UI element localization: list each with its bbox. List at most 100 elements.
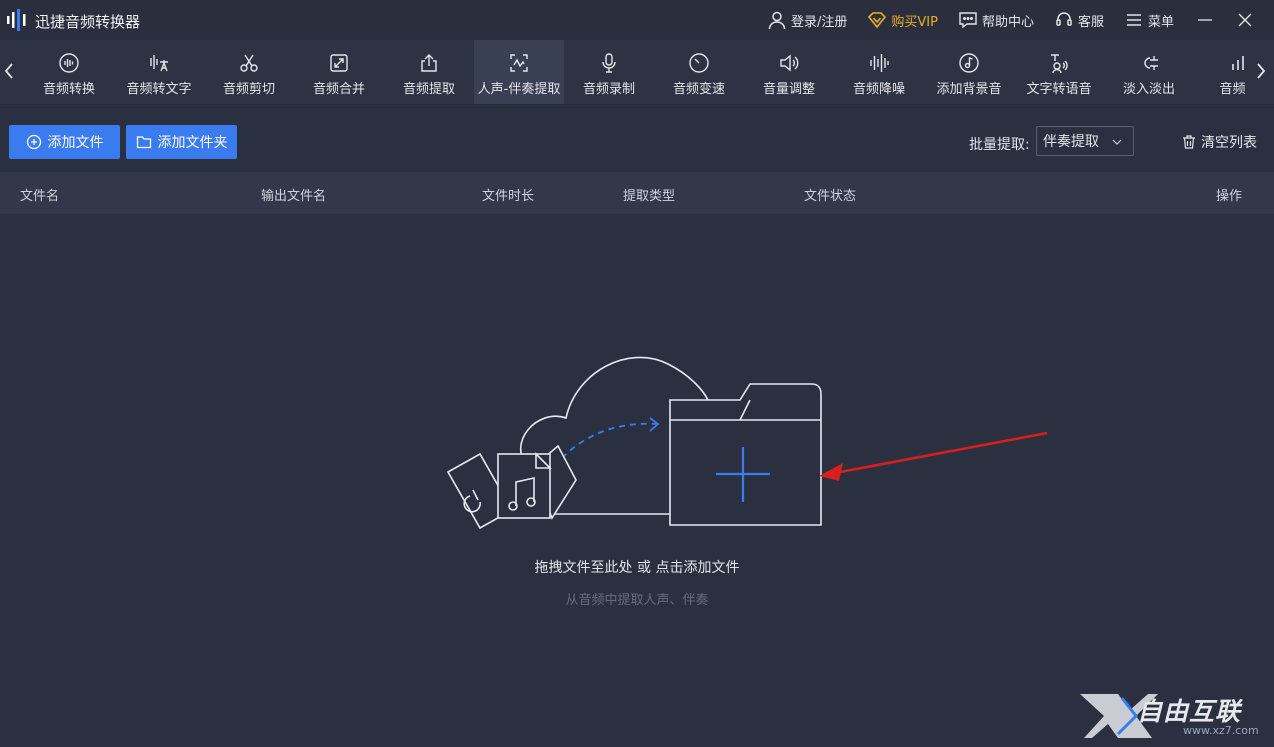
vocal-extract-icon [510, 54, 528, 72]
scroll-left-button[interactable] [0, 58, 18, 84]
trash-icon [1183, 135, 1195, 149]
watermark-text: 自由互联 [1137, 697, 1242, 726]
close-button[interactable] [1234, 9, 1256, 31]
speed-icon [689, 53, 709, 73]
add-file-label: 添加文件 [47, 135, 104, 151]
tool-label: 音频变 [1219, 82, 1246, 97]
menu-label: 菜单 [1147, 14, 1174, 30]
customer-service-button[interactable]: 客服 [1054, 10, 1104, 30]
app-title: 迅捷音频转换器 [35, 13, 141, 31]
tool-audio-record[interactable]: 音频录制 [564, 40, 654, 104]
add-folder-label: 添加文件夹 [157, 135, 228, 151]
scissors-icon [240, 54, 258, 72]
upload-extract-icon [421, 54, 437, 72]
volume-icon [780, 54, 799, 72]
add-folder-button[interactable]: 添加文件夹 [126, 125, 237, 159]
tool-audio-to-text[interactable]: 音频转文字 [114, 40, 204, 104]
app-logo-icon [7, 9, 26, 31]
audio-to-text-icon [150, 55, 168, 72]
buy-vip-button[interactable]: 购买VIP [867, 10, 938, 30]
dashed-arrow-icon [561, 422, 659, 459]
tool-audio-extract[interactable]: 音频提取 [384, 40, 474, 104]
text-to-speech-icon [1051, 54, 1068, 74]
scroll-right-button[interactable] [1252, 58, 1270, 84]
clear-list-label: 清空列表 [1201, 135, 1257, 151]
batch-extract-label: 批量提取: [969, 137, 1030, 153]
login-label: 登录/注册 [790, 14, 848, 30]
clear-list-button[interactable]: 清空列表 [1181, 132, 1257, 152]
vip-diamond-icon [868, 12, 887, 29]
help-center-button[interactable]: 帮助中心 [958, 10, 1034, 30]
action-bar: 添加文件 添加文件夹 批量提取: 伴奏提取 清空列表 [0, 116, 1274, 168]
plus-circle-icon [26, 134, 41, 150]
tool-label: 文字转语音 [1026, 82, 1092, 97]
tool-vocal-extract[interactable]: 人声-伴奏提取 [474, 40, 564, 104]
annotation-arrow-icon [819, 431, 1048, 481]
tool-audio-denoise[interactable]: 音频降噪 [834, 40, 924, 104]
chat-help-icon [959, 12, 977, 29]
watermark-url: www.xz7.com [1183, 724, 1259, 737]
tool-label: 音频合并 [312, 82, 365, 97]
folder-plus-icon [669, 383, 822, 526]
minimize-icon [1198, 19, 1212, 21]
audio-files-icon [446, 444, 577, 530]
tool-label: 音量调整 [762, 82, 815, 97]
tool-audio-merge[interactable]: 音频合并 [294, 40, 384, 104]
fade-icon [1144, 56, 1158, 70]
tool-label: 音频提取 [402, 82, 455, 97]
file-table-header: 文件名 输出文件名 文件时长 提取类型 文件状态 操作 [0, 172, 1274, 214]
chevron-down-icon [1112, 139, 1122, 145]
tool-label: 人声-伴奏提取 [477, 82, 561, 97]
tool-audio-convert[interactable]: 音频转换 [24, 40, 114, 104]
close-icon [1238, 13, 1252, 27]
tool-add-background[interactable]: 添加背景音 [924, 40, 1014, 104]
tool-label: 音频降噪 [852, 82, 905, 97]
music-note-icon [959, 53, 979, 73]
chevron-left-icon [4, 63, 13, 79]
tool-audio-change[interactable]: 音频变 [1194, 40, 1246, 104]
drop-zone-illustration[interactable] [440, 350, 840, 540]
folder-icon [136, 136, 151, 149]
minimize-button[interactable] [1194, 9, 1216, 31]
tool-list: 音频转换 音频转文字 音频剪切 音频合并 音频提取 人声-伴奏提取 音频录制 音… [24, 40, 1246, 104]
help-label: 帮助中心 [981, 14, 1034, 30]
tool-label: 音频转换 [42, 82, 95, 97]
drop-prompt-text: 拖拽文件至此处 [534, 560, 633, 576]
merge-icon [330, 54, 348, 72]
column-actions: 操作 [1216, 189, 1243, 204]
service-label: 客服 [1077, 14, 1104, 30]
hamburger-menu-icon [1126, 14, 1141, 26]
batch-extract-select[interactable]: 伴奏提取 [1036, 126, 1134, 156]
column-duration: 文件时长 [482, 189, 535, 204]
login-button[interactable]: 登录/注册 [767, 10, 847, 30]
bars-icon [1232, 56, 1244, 70]
waveform-circle-icon [59, 53, 79, 73]
tool-audio-cut[interactable]: 音频剪切 [204, 40, 294, 104]
vip-label: 购买VIP [891, 14, 938, 30]
tool-text-to-speech[interactable]: 文字转语音 [1014, 40, 1104, 104]
tool-fade[interactable]: 淡入淡出 [1104, 40, 1194, 104]
user-icon [768, 11, 786, 30]
column-file-name: 文件名 [20, 189, 60, 204]
tool-audio-speed[interactable]: 音频变速 [654, 40, 744, 104]
tool-bar: 音频转换 音频转文字 音频剪切 音频合并 音频提取 人声-伴奏提取 音频录制 音… [0, 40, 1274, 105]
title-bar: 迅捷音频转换器 登录/注册 购买VIP 帮助中心 客服 菜单 [0, 0, 1274, 40]
tool-label: 淡入淡出 [1122, 82, 1175, 97]
microphone-icon [602, 53, 616, 73]
tool-label: 音频剪切 [222, 82, 275, 97]
tool-volume-adjust[interactable]: 音量调整 [744, 40, 834, 104]
tool-label: 音频变速 [672, 82, 725, 97]
drop-prompt-or: 或 [632, 560, 656, 576]
drop-prompt: 拖拽文件至此处 或 点击添加文件 [0, 557, 1274, 577]
column-extract-type: 提取类型 [623, 189, 676, 204]
tool-label: 音频转文字 [126, 82, 192, 97]
click-add-file-link[interactable]: 点击添加文件 [655, 560, 739, 576]
tool-label: 添加背景音 [936, 82, 1002, 97]
menu-button[interactable]: 菜单 [1124, 10, 1174, 30]
tool-label: 音频录制 [582, 82, 635, 97]
add-file-button[interactable]: 添加文件 [9, 125, 120, 159]
chevron-right-icon [1257, 63, 1266, 79]
drop-subtitle: 从音频中提取人声、伴奏 [565, 593, 709, 608]
column-file-status: 文件状态 [804, 189, 857, 204]
batch-extract-value: 伴奏提取 [1043, 134, 1099, 150]
